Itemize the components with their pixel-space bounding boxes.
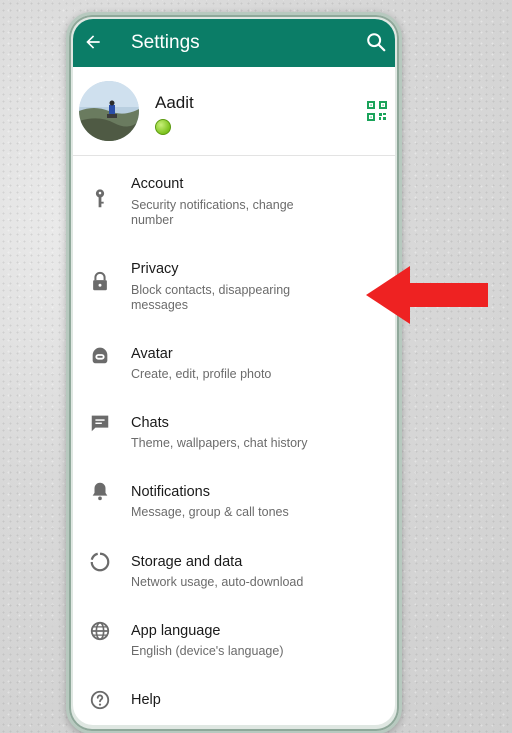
avatar-icon — [92, 347, 108, 364]
menu-item-help[interactable]: Help — [73, 656, 395, 716]
avatar[interactable] — [79, 81, 139, 141]
key-icon — [95, 189, 105, 208]
settings-menu: Account Security notifications, change n… — [73, 156, 395, 716]
status-icon — [155, 119, 171, 135]
app-bar: Settings — [73, 19, 395, 67]
globe-icon — [90, 621, 110, 641]
menu-item-subtitle: Security notifications, change number — [131, 198, 294, 227]
menu-item-label: Storage and data — [131, 554, 243, 570]
menu-item-label: Avatar — [131, 346, 173, 362]
menu-item-notifications[interactable]: Notifications Message, group & call tone… — [73, 448, 395, 519]
chat-icon — [91, 415, 109, 432]
back-arrow-icon[interactable] — [83, 32, 103, 52]
menu-item-account[interactable]: Account Security notifications, change n… — [73, 156, 395, 227]
menu-item-label: App language — [131, 623, 221, 639]
red-arrow-pointer-icon — [366, 266, 488, 324]
menu-item-privacy[interactable]: Privacy Block contacts, disappearing mes… — [73, 225, 395, 312]
menu-item-label: Chats — [131, 415, 169, 431]
menu-item-chats[interactable]: Chats Theme, wallpapers, chat history — [73, 379, 395, 450]
menu-item-storage[interactable]: Storage and data Network usage, auto-dow… — [73, 518, 395, 589]
bell-icon — [92, 482, 108, 501]
menu-item-label: Privacy — [131, 261, 179, 277]
help-icon — [90, 690, 110, 710]
phone-frame: Settings Aadit Account Security notifica… — [66, 12, 402, 733]
menu-item-subtitle: Block contacts, disappearing messages — [131, 283, 291, 312]
menu-item-avatar[interactable]: Avatar Create, edit, profile photo — [73, 310, 395, 381]
lock-icon — [93, 271, 107, 291]
menu-item-label: Account — [131, 176, 184, 192]
menu-item-label: Help — [131, 692, 161, 708]
settings-screen: Settings Aadit Account Security notifica… — [73, 19, 395, 725]
page-title: Settings — [131, 32, 200, 53]
qr-code-icon[interactable] — [367, 101, 387, 121]
profile-name: Aadit — [155, 93, 194, 112]
menu-item-label: Notifications — [131, 484, 210, 500]
storage-icon — [90, 552, 110, 572]
profile-row[interactable]: Aadit — [73, 67, 395, 156]
search-icon[interactable] — [365, 31, 387, 53]
menu-item-app-language[interactable]: App language English (device's language) — [73, 587, 395, 658]
